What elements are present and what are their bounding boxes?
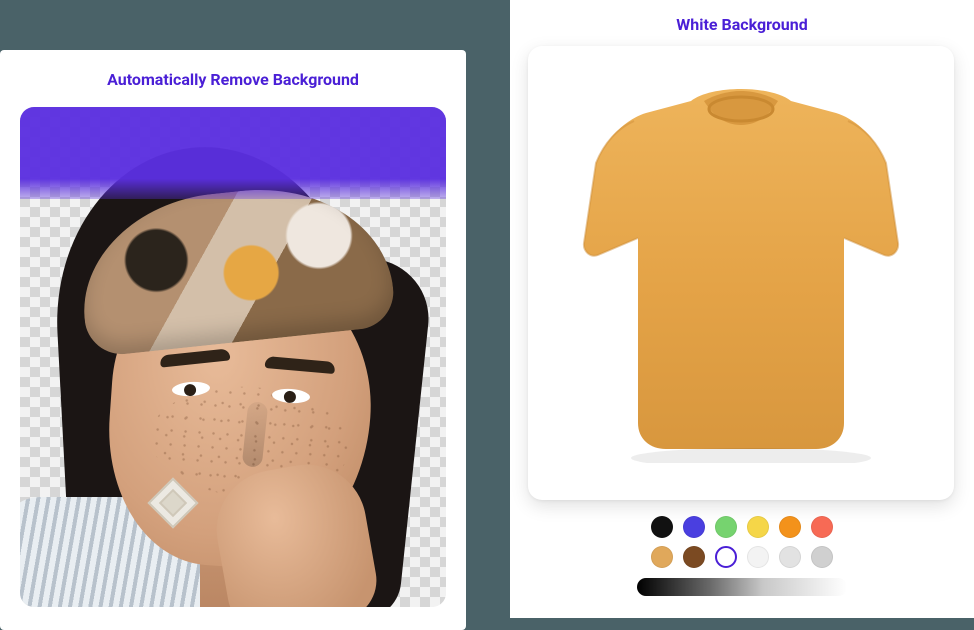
swatch-brown[interactable] xyxy=(683,546,705,568)
swatch-lightgray[interactable] xyxy=(779,546,801,568)
product-preview-card[interactable] xyxy=(528,46,954,500)
color-swatch-group xyxy=(528,516,956,596)
remove-bg-title: Automatically Remove Background xyxy=(20,70,446,89)
swatch-yellow[interactable] xyxy=(747,516,769,538)
swatch-tan[interactable] xyxy=(651,546,673,568)
swatch-offwhite[interactable] xyxy=(747,546,769,568)
portrait-preview[interactable] xyxy=(20,107,446,607)
swatch-coral[interactable] xyxy=(811,516,833,538)
swatch-black[interactable] xyxy=(651,516,673,538)
brightness-slider[interactable] xyxy=(637,578,847,596)
swatch-green[interactable] xyxy=(715,516,737,538)
swatch-indigo[interactable] xyxy=(683,516,705,538)
swatch-row-2 xyxy=(651,546,833,568)
white-bg-panel: White Background xyxy=(510,0,974,618)
swatch-white-selected[interactable] xyxy=(715,546,737,568)
remove-bg-panel: Automatically Remove Background xyxy=(0,50,466,630)
swatch-silver[interactable] xyxy=(811,546,833,568)
processing-overlay xyxy=(20,107,446,199)
swatch-orange[interactable] xyxy=(779,516,801,538)
swatch-row-1 xyxy=(651,516,833,538)
white-bg-title: White Background xyxy=(528,15,956,34)
tshirt-icon xyxy=(576,83,906,463)
